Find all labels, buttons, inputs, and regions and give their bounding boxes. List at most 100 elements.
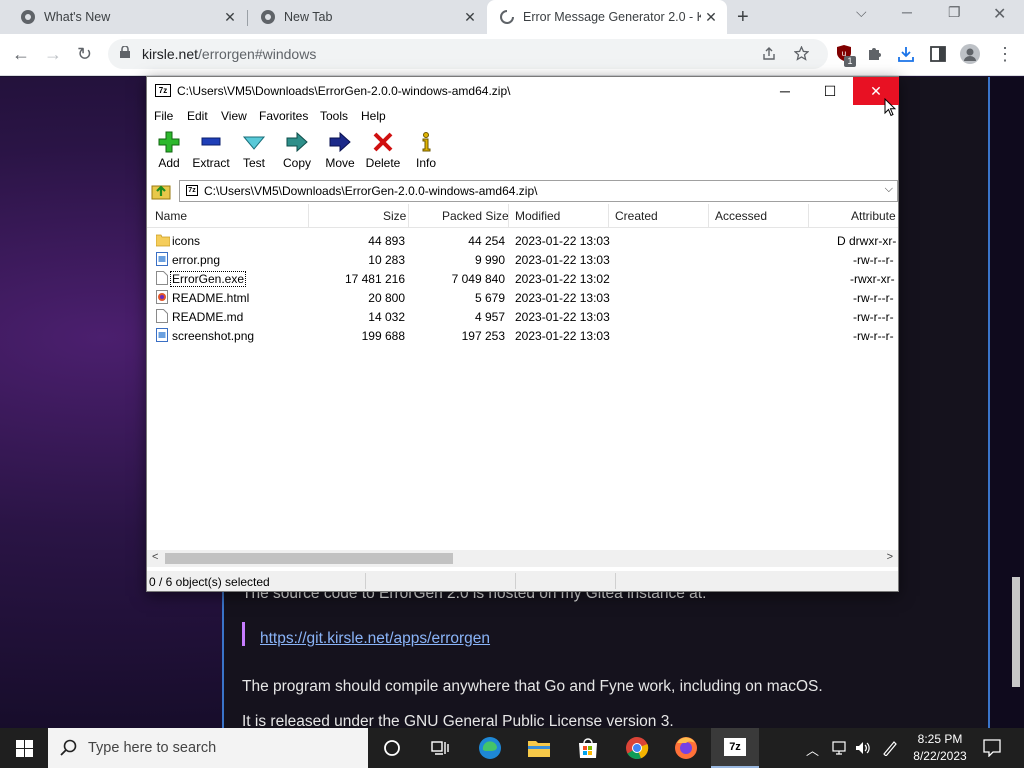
file-row-screenshot-png[interactable]: screenshot.png 199 688 197 253 2023-01-2… <box>147 326 898 345</box>
tab-title: New Tab <box>284 10 333 24</box>
copy-button[interactable]: Copy <box>275 131 319 170</box>
tab-search-chevron-icon[interactable]: ⌵ <box>856 4 867 21</box>
microsoft-store-icon[interactable] <box>564 728 612 768</box>
restore-icon[interactable]: ❐ <box>948 4 961 21</box>
column-size[interactable]: Size <box>383 209 406 223</box>
column-modified[interactable]: Modified <box>515 209 560 223</box>
profile-avatar-icon[interactable] <box>960 44 980 64</box>
show-hidden-icons-chevron-icon[interactable]: ︿ <box>806 740 819 759</box>
menu-edit[interactable]: Edit <box>187 109 208 123</box>
delete-x-icon <box>373 132 393 152</box>
forward-icon[interactable]: → <box>44 44 62 65</box>
bookmark-star-icon[interactable] <box>794 46 809 61</box>
file-attribute: -rwxr-xr- <box>850 272 895 286</box>
column-divider[interactable] <box>308 204 309 228</box>
column-created[interactable]: Created <box>615 209 658 223</box>
chrome-icon <box>21 10 35 24</box>
status-divider <box>515 573 516 589</box>
file-modified: 2023-01-22 13:03 <box>515 234 610 248</box>
chevron-down-icon[interactable]: ⌵ <box>885 183 893 196</box>
folder-up-icon[interactable] <box>151 181 171 201</box>
close-window-icon[interactable]: ✕ <box>993 4 1006 24</box>
column-packed-size[interactable]: Packed Size <box>442 209 509 223</box>
file-row-readme-html[interactable]: README.html 20 800 5 679 2023-01-22 13:0… <box>147 288 898 307</box>
move-button[interactable]: Move <box>318 131 362 170</box>
file-name: icons <box>172 234 201 248</box>
extract-button[interactable]: Extract <box>189 131 233 170</box>
scroll-right-icon[interactable]: > <box>887 551 893 563</box>
edge-browser-icon[interactable] <box>466 728 514 768</box>
7zip-taskbar-icon[interactable]: 7z <box>711 728 759 768</box>
test-check-icon <box>243 136 265 150</box>
add-button[interactable]: Add <box>147 131 191 170</box>
tab-whats-new[interactable]: What's New ✕ <box>0 0 246 34</box>
back-icon[interactable]: ← <box>12 44 30 65</box>
close-icon[interactable]: ✕ <box>701 9 721 26</box>
column-name[interactable]: Name <box>155 209 187 223</box>
paragraph-compile: The program should compile anywhere that… <box>242 678 823 695</box>
volume-icon[interactable] <box>855 740 871 756</box>
path-combobox[interactable]: 7z C:\Users\VM5\Downloads\ErrorGen-2.0.0… <box>179 180 898 202</box>
scrollbar-thumb[interactable] <box>165 553 453 564</box>
column-divider[interactable] <box>508 204 509 228</box>
file-explorer-icon[interactable] <box>515 728 563 768</box>
menu-help[interactable]: Help <box>361 109 386 123</box>
reload-icon[interactable]: ↻ <box>77 44 92 65</box>
firefox-icon[interactable] <box>662 728 710 768</box>
column-divider[interactable] <box>708 204 709 228</box>
file-packed-size: 4 957 <box>474 310 505 324</box>
move-label: Move <box>325 156 355 170</box>
menu-view[interactable]: View <box>221 109 247 123</box>
page-scrollbar-thumb[interactable] <box>1012 577 1020 687</box>
column-divider[interactable] <box>608 204 609 228</box>
minimize-button[interactable]: ─ <box>762 77 808 105</box>
download-icon[interactable] <box>897 46 915 62</box>
file-packed-size: 5 679 <box>474 291 505 305</box>
menu-file[interactable]: File <box>154 109 173 123</box>
menu-favorites[interactable]: Favorites <box>259 109 308 123</box>
system-clock[interactable]: 8:25 PM 8/22/2023 <box>905 731 975 765</box>
cortana-icon[interactable] <box>368 728 416 768</box>
new-tab-button[interactable]: + <box>737 6 749 29</box>
test-button[interactable]: Test <box>232 131 276 170</box>
menu-kebab-icon[interactable]: ⋮ <box>996 44 1014 65</box>
extensions-puzzle-icon[interactable] <box>866 46 882 62</box>
task-view-icon[interactable] <box>416 728 464 768</box>
tab-new-tab[interactable]: New Tab ✕ <box>240 0 486 34</box>
gitea-link[interactable]: https://git.kirsle.net/apps/errorgen <box>260 630 490 648</box>
column-accessed[interactable]: Accessed <box>715 209 767 223</box>
horizontal-scrollbar[interactable]: < > <box>147 550 898 567</box>
info-button[interactable]: Info <box>404 131 448 170</box>
chrome-taskbar-icon[interactable] <box>613 728 661 768</box>
file-row-errorgen-exe[interactable]: ErrorGen.exe 17 481 216 7 049 840 2023-0… <box>147 269 898 288</box>
tab-error-message-generator[interactable]: Error Message Generator 2.0 - Ki ✕ <box>487 0 727 34</box>
minimize-icon[interactable]: ─ <box>902 4 912 20</box>
column-attribute[interactable]: Attribute <box>851 209 896 223</box>
network-icon[interactable] <box>832 740 848 756</box>
scroll-left-icon[interactable]: < <box>152 551 158 563</box>
column-divider[interactable] <box>808 204 809 228</box>
side-panel-icon[interactable] <box>930 46 946 62</box>
menu-tools[interactable]: Tools <box>320 109 348 123</box>
notification-center-icon[interactable] <box>983 739 1001 757</box>
maximize-button[interactable]: ☐ <box>807 77 853 105</box>
copy-arrow-icon <box>286 131 308 153</box>
file-modified: 2023-01-22 13:03 <box>515 291 610 305</box>
add-label: Add <box>158 156 180 170</box>
share-icon[interactable] <box>762 47 776 61</box>
copy-label: Copy <box>282 156 311 170</box>
7zip-titlebar[interactable]: 7z C:\Users\VM5\Downloads\ErrorGen-2.0.0… <box>147 77 899 105</box>
start-button[interactable] <box>0 728 48 768</box>
delete-button[interactable]: Delete <box>361 131 405 170</box>
file-row-icons[interactable]: icons 44 893 44 254 2023-01-22 13:03 D d… <box>147 231 898 250</box>
close-icon[interactable]: ✕ <box>460 9 480 26</box>
column-divider[interactable] <box>408 204 409 228</box>
file-row-error-png[interactable]: error.png 10 283 9 990 2023-01-22 13:03 … <box>147 250 898 269</box>
file-packed-size: 197 253 <box>461 329 505 343</box>
address-bar[interactable]: kirsle.net/errorgen#windows <box>108 39 828 69</box>
close-icon[interactable]: ✕ <box>220 9 240 26</box>
taskbar-search-box[interactable]: Type here to search <box>48 728 368 768</box>
clock-date: 8/22/2023 <box>913 749 967 763</box>
file-row-readme-md[interactable]: README.md 14 032 4 957 2023-01-22 13:03 … <box>147 307 898 326</box>
pen-workspace-icon[interactable] <box>882 740 898 756</box>
